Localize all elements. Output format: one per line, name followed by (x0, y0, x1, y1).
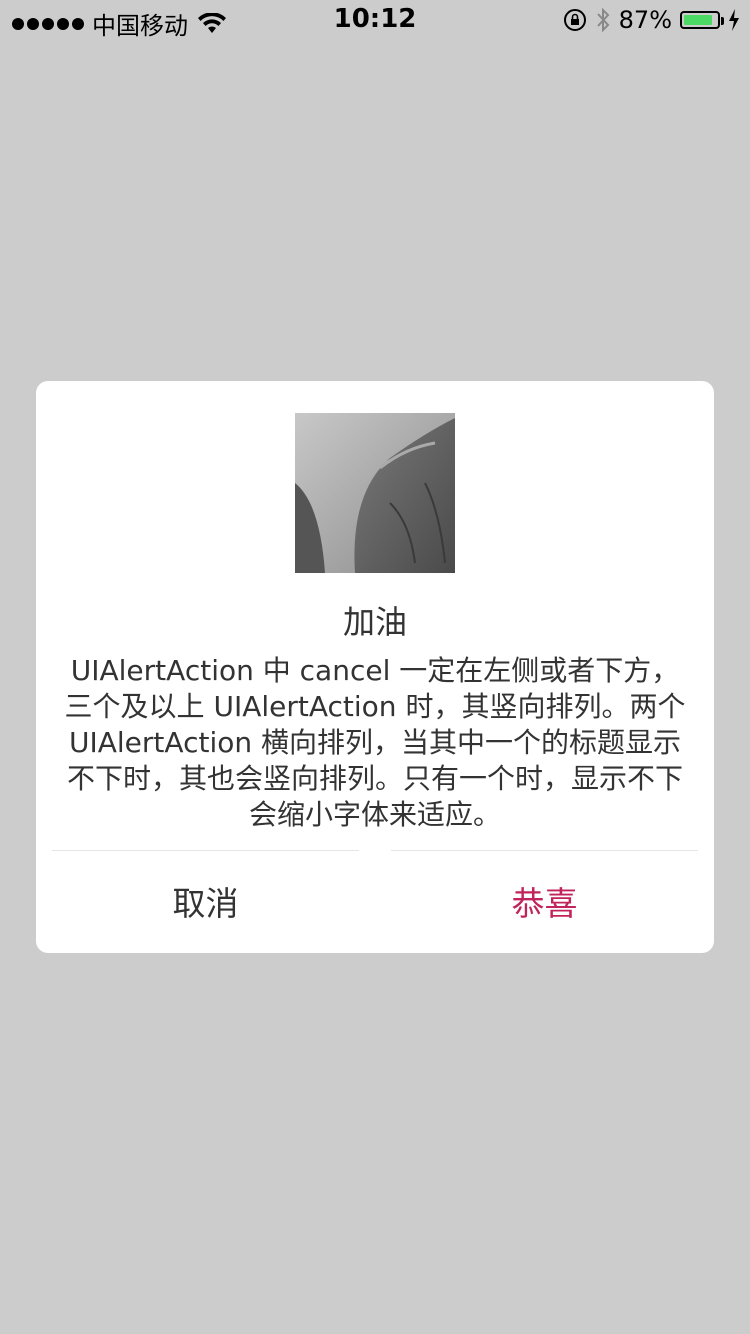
status-right: 87% (563, 6, 740, 34)
alert-title: 加油 (342, 603, 407, 641)
cancel-button[interactable]: 取消 (36, 851, 375, 951)
battery-icon (680, 11, 724, 29)
bluetooth-icon (596, 7, 610, 33)
battery-fill (684, 15, 712, 25)
rotation-lock-icon (563, 9, 586, 31)
battery-percentage: 87% (618, 6, 672, 34)
alert-message: UIAlertAction 中 cancel 一定在左侧或者下方，三个及以上 U… (64, 654, 686, 831)
alert-image (295, 413, 455, 573)
status-bar: 中国移动 10:12 87% (0, 0, 750, 40)
confirm-button[interactable]: 恭喜 (375, 851, 714, 951)
person-photo-image (295, 413, 455, 573)
charging-icon (729, 9, 739, 31)
alert-dialog: 加油 UIAlertAction 中 cancel 一定在左侧或者下方，三个及以… (36, 381, 714, 953)
